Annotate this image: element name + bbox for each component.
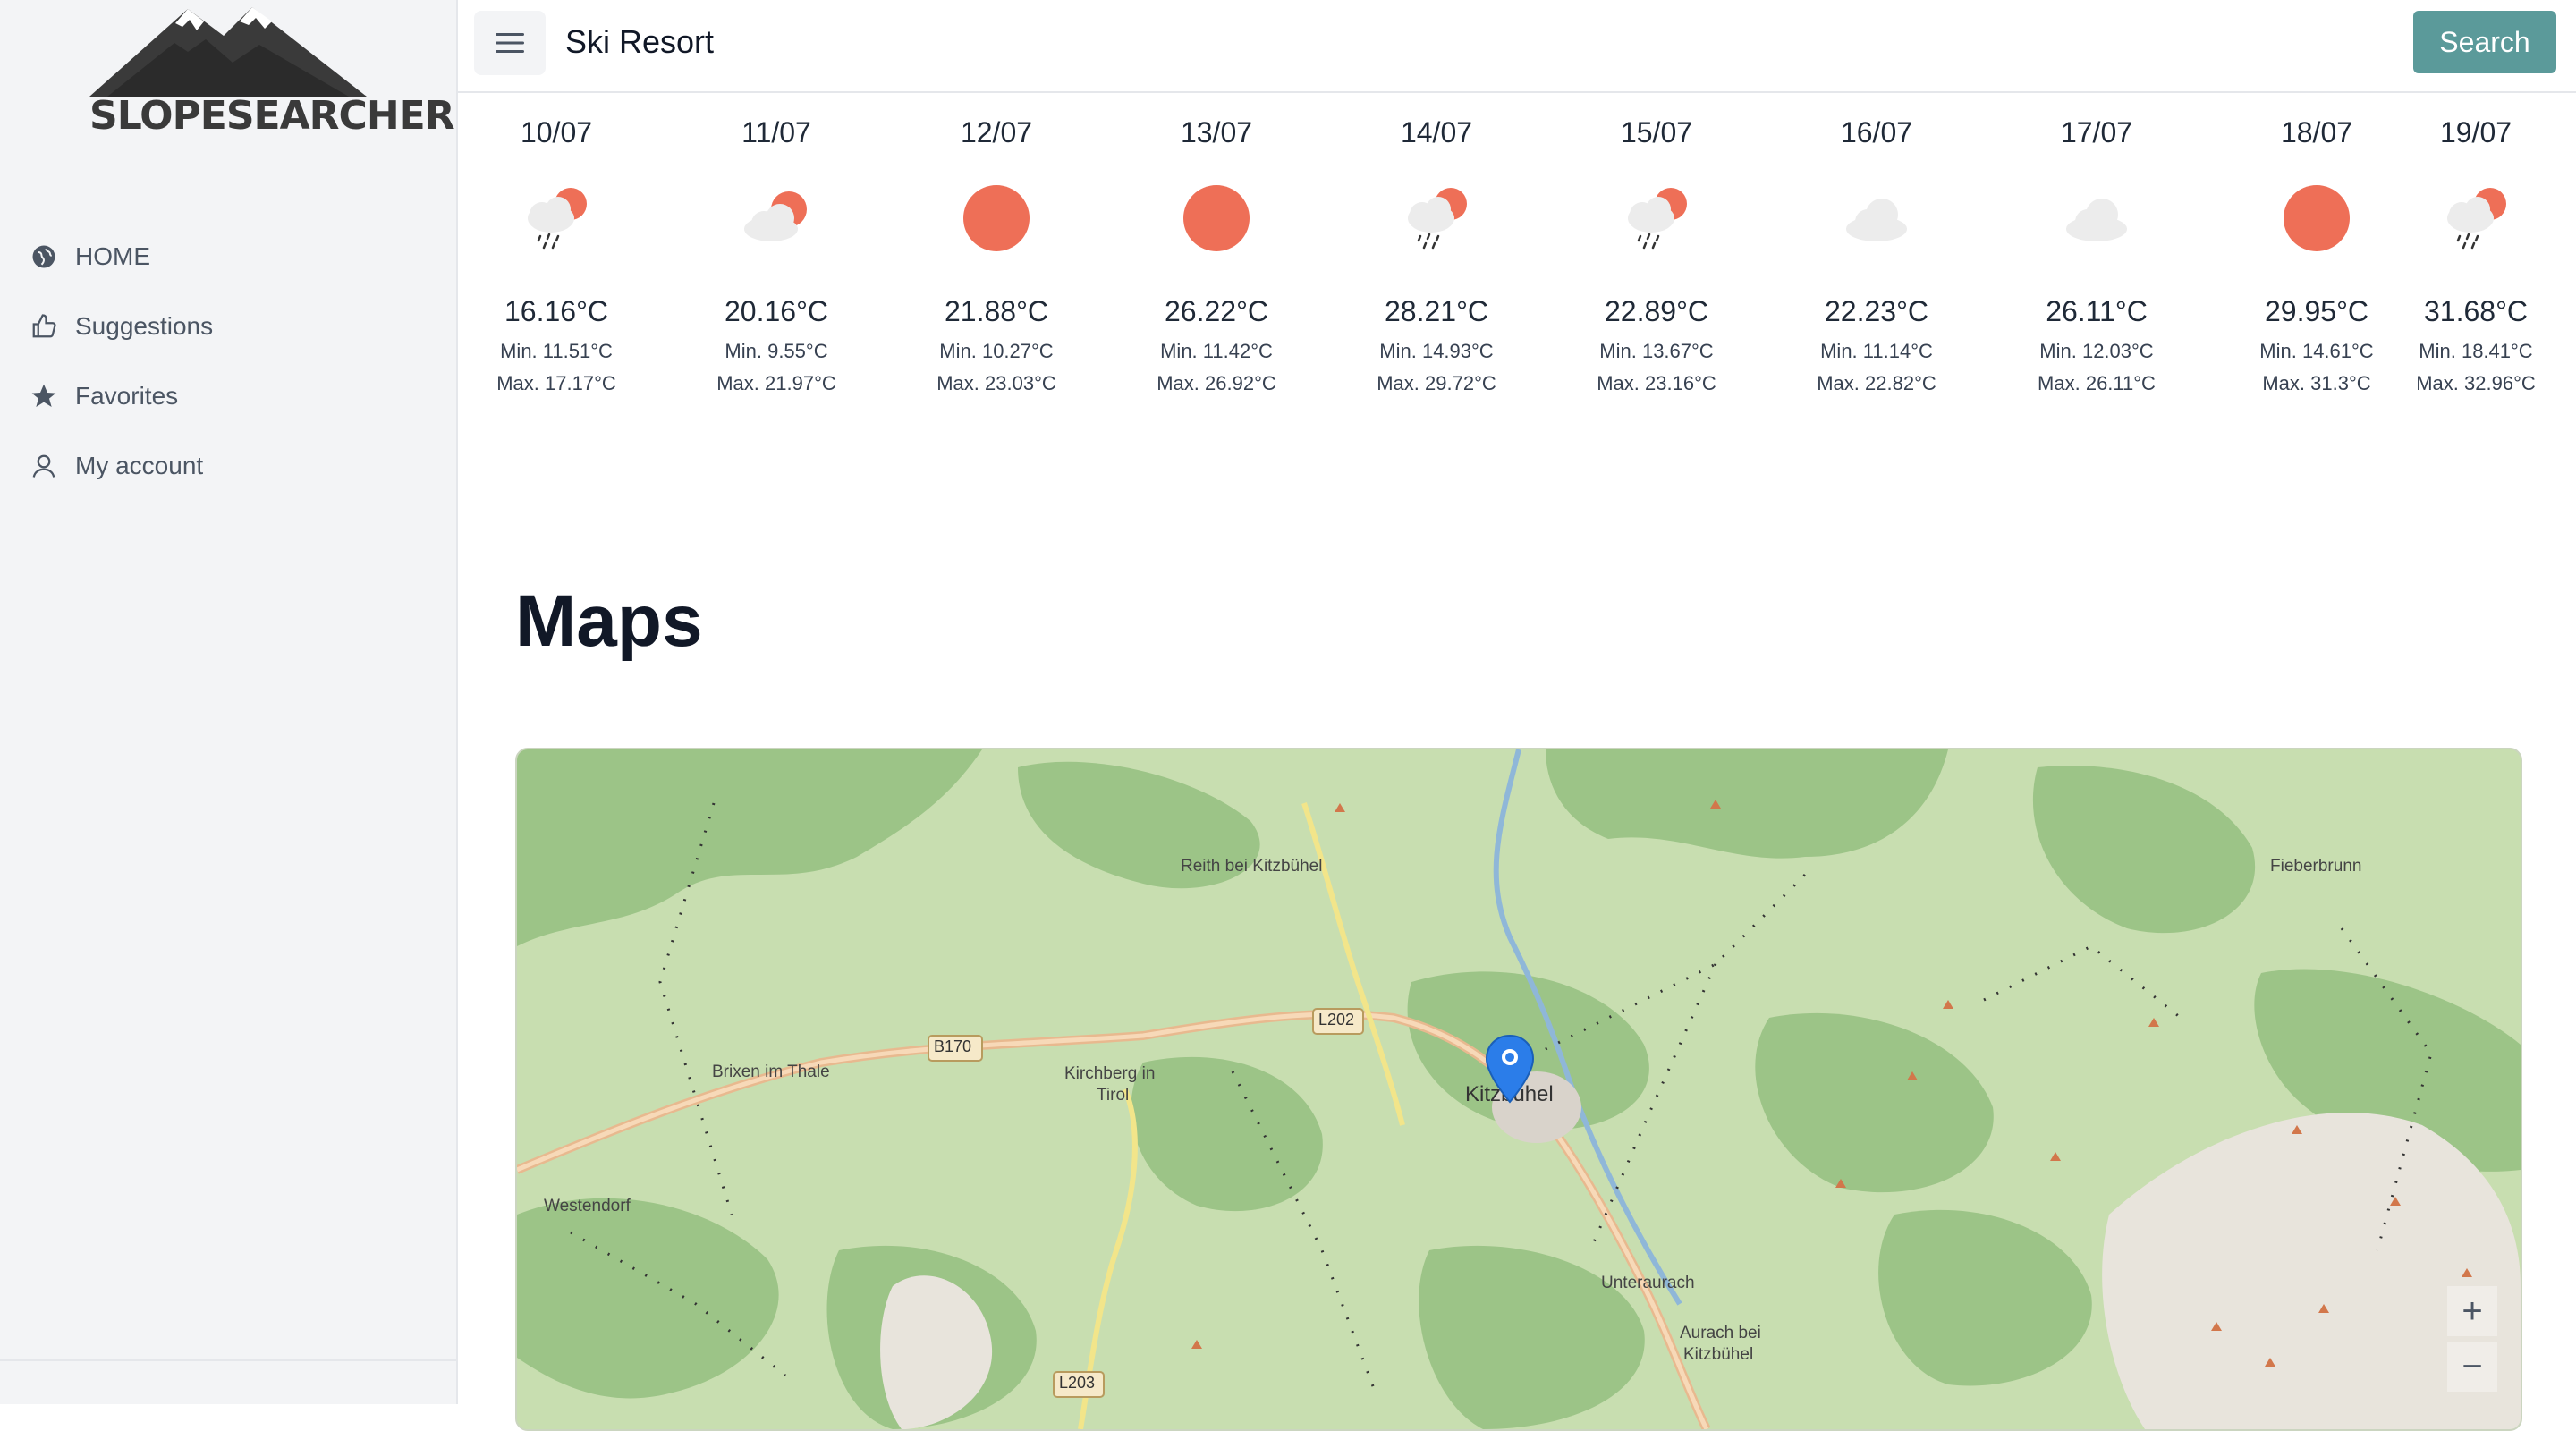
forecast-temp: 22.89°C: [1605, 295, 1708, 327]
sidebar-item-my-account[interactable]: My account: [29, 431, 213, 501]
forecast-date: 14/07: [1400, 116, 1473, 148]
thumbs-up-icon: [29, 311, 59, 342]
maps-heading: Maps: [515, 580, 703, 662]
map-label: Kirchberg in: [1064, 1064, 1156, 1083]
cloud-icon: [2066, 199, 2127, 241]
sidebar-item-label: Favorites: [75, 382, 179, 410]
logo[interactable]: SLOPESEARCHER: [89, 0, 455, 152]
forecast-min: Min. 18.41°C: [2419, 340, 2533, 362]
forecast-date: 16/07: [1840, 116, 1913, 148]
forecast-max: Max. 23.16°C: [1597, 372, 1716, 394]
zoom-in-button[interactable]: +: [2447, 1286, 2497, 1336]
forecast-date: 13/07: [1180, 116, 1253, 148]
forecast-max: Max. 17.17°C: [496, 372, 616, 394]
map-label: Reith bei Kitzbühel: [1181, 857, 1323, 876]
road-shield-label: L203: [1059, 1374, 1096, 1392]
globe-icon: [29, 241, 59, 272]
forecast-temp: 26.11°C: [2046, 295, 2148, 327]
forecast-min: Min. 9.55°C: [724, 340, 828, 362]
forecast-min: Min. 11.14°C: [1820, 340, 1933, 362]
forecast-max: Max. 26.92°C: [1157, 372, 1276, 394]
star-icon: [29, 381, 59, 411]
sidebar-item-favorites[interactable]: Favorites: [29, 361, 213, 431]
map-label: Tirol: [1097, 1086, 1130, 1105]
rain-sun-icon: [1408, 188, 1467, 250]
rain-sun-icon: [2447, 188, 2506, 250]
page-title: Ski Resort: [565, 23, 715, 60]
forecast-max: Max. 32.96°C: [2416, 372, 2536, 394]
top-bar: Ski Resort Search: [458, 0, 2576, 93]
cloud-sun-icon: [744, 191, 807, 241]
forecast-date: 17/07: [2060, 116, 2133, 148]
forecast-max: Max. 29.72°C: [1377, 372, 1496, 394]
road-shield-label: B170: [934, 1037, 972, 1055]
sidebar-item-label: My account: [75, 452, 204, 479]
sun-icon: [2284, 185, 2350, 251]
weather-forecast: 10/07 16.16°C Min. 11.51°C Max. 17.17°C …: [458, 93, 2576, 415]
forecast-temp: 20.16°C: [724, 295, 828, 327]
forecast-date: 12/07: [960, 116, 1033, 148]
sidebar-nav: HOME Suggestions Favorites My account: [29, 222, 213, 501]
sidebar-item-home[interactable]: HOME: [29, 222, 213, 292]
sidebar-item-suggestions[interactable]: Suggestions: [29, 292, 213, 361]
forecast-max: Max. 22.82°C: [1817, 372, 1936, 394]
road-shield-label: L202: [1318, 1011, 1355, 1029]
forecast-min: Min. 14.93°C: [1379, 340, 1494, 362]
forecast-temp: 28.21°C: [1385, 295, 1488, 327]
rain-sun-icon: [528, 188, 587, 250]
location-marker-icon[interactable]: [1483, 1034, 1537, 1105]
map-label: Fieberbrunn: [2270, 857, 2362, 876]
user-icon: [29, 451, 59, 481]
forecast-date: 11/07: [741, 116, 811, 148]
map-label: Brixen im Thale: [712, 1063, 830, 1081]
forecast-min: Min. 10.27°C: [939, 340, 1054, 362]
sun-icon: [963, 185, 1030, 251]
forecast-max: Max. 26.11°C: [2038, 372, 2156, 394]
map-view[interactable]: Reith bei Kitzbühel Fieberbrunn Brixen i…: [515, 748, 2522, 1431]
sidebar-item-label: Suggestions: [75, 312, 214, 340]
sidebar: SLOPESEARCHER HOME Suggestions Favorites…: [0, 0, 458, 1404]
forecast-temp: 22.23°C: [1825, 295, 1928, 327]
forecast-min: Min. 11.51°C: [500, 340, 613, 362]
map-label: Unteraurach: [1601, 1274, 1695, 1292]
forecast-max: Max. 23.03°C: [936, 372, 1056, 394]
forecast-temp: 21.88°C: [945, 295, 1048, 327]
zoom-out-button[interactable]: −: [2447, 1342, 2497, 1392]
forecast-date: 10/07: [520, 116, 593, 148]
mountain-logo-icon: [89, 7, 367, 97]
map-label: Aurach bei: [1680, 1324, 1761, 1342]
rain-sun-icon: [1628, 188, 1687, 250]
forecast-temp: 26.22°C: [1165, 295, 1268, 327]
hamburger-icon: [496, 33, 524, 53]
forecast-min: Min. 13.67°C: [1599, 340, 1714, 362]
forecast-date: 19/07: [2439, 116, 2512, 148]
cloud-icon: [1846, 199, 1907, 241]
map-label: Kitzbühel: [1683, 1345, 1754, 1364]
zoom-controls: + −: [2447, 1286, 2497, 1404]
forecast-max: Max. 21.97°C: [716, 372, 836, 394]
logo-text: SLOPESEARCHER: [89, 93, 455, 139]
search-button[interactable]: Search: [2413, 11, 2556, 73]
forecast-temp: 31.68°C: [2424, 295, 2528, 327]
sun-icon: [1183, 185, 1250, 251]
forecast-date: 15/07: [1620, 116, 1693, 148]
menu-button[interactable]: [474, 11, 546, 75]
sidebar-divider: [0, 1359, 456, 1361]
forecast-min: Min. 12.03°C: [2039, 340, 2154, 362]
forecast-temp: 16.16°C: [504, 295, 608, 327]
map-label: Westendorf: [544, 1197, 631, 1215]
forecast-min: Min. 11.42°C: [1160, 340, 1273, 362]
sidebar-item-label: HOME: [75, 242, 150, 270]
